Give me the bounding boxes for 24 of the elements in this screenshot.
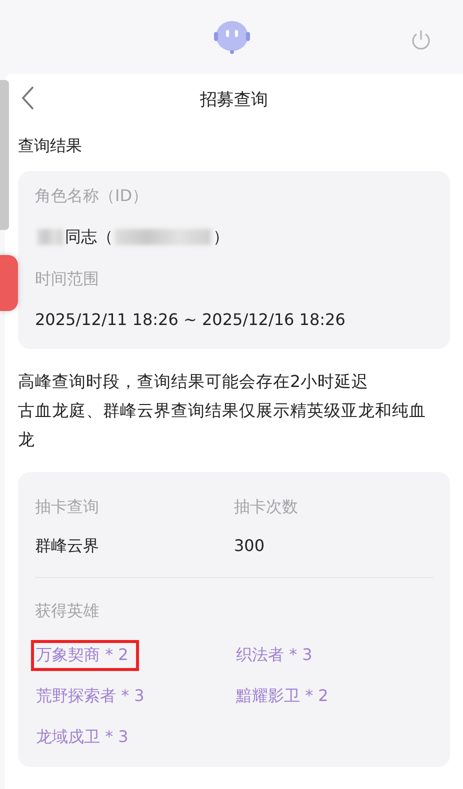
hero-entry: 荒野探索者 * 3 xyxy=(35,685,146,707)
stat-label: 抽卡次数 xyxy=(234,496,299,518)
page-title: 招募查询 xyxy=(200,88,268,110)
field-value: 同志（ xyxy=(65,226,113,248)
hero-entry: 织法者 * 3 xyxy=(235,644,314,666)
back-button[interactable] xyxy=(20,85,36,111)
stat-label: 抽卡查询 xyxy=(35,496,100,518)
scroll-handle[interactable] xyxy=(0,80,9,230)
hero-entry: 龙域戍卫 * 3 xyxy=(35,726,130,748)
power-icon[interactable] xyxy=(409,28,433,52)
hero-entry: 万象契商 * 2 xyxy=(31,640,140,671)
floating-tab[interactable] xyxy=(0,255,18,311)
field-value: ） xyxy=(213,226,229,248)
stat-value: 群峰云界 xyxy=(35,536,100,557)
hero-entry: 黯耀影卫 * 2 xyxy=(235,685,330,707)
field-label: 角色名称（ID） xyxy=(35,185,150,207)
section-title: 查询结果 xyxy=(18,136,83,157)
heroes-label: 获得英雄 xyxy=(35,600,100,622)
field-label: 时间范围 xyxy=(35,268,100,290)
robot-icon xyxy=(212,18,252,56)
blurred-text xyxy=(37,229,63,245)
notice-text: 高峰查询时段，查询结果可能会存在2小时延迟 古血龙庭、群峰云界查询结果仅展示精英级亚龙和纯血龙 xyxy=(18,371,427,451)
stat-value: 300 xyxy=(234,536,266,557)
field-value: 2025/12/11 18:26 ~ 2025/12/16 18:26 xyxy=(35,309,346,331)
